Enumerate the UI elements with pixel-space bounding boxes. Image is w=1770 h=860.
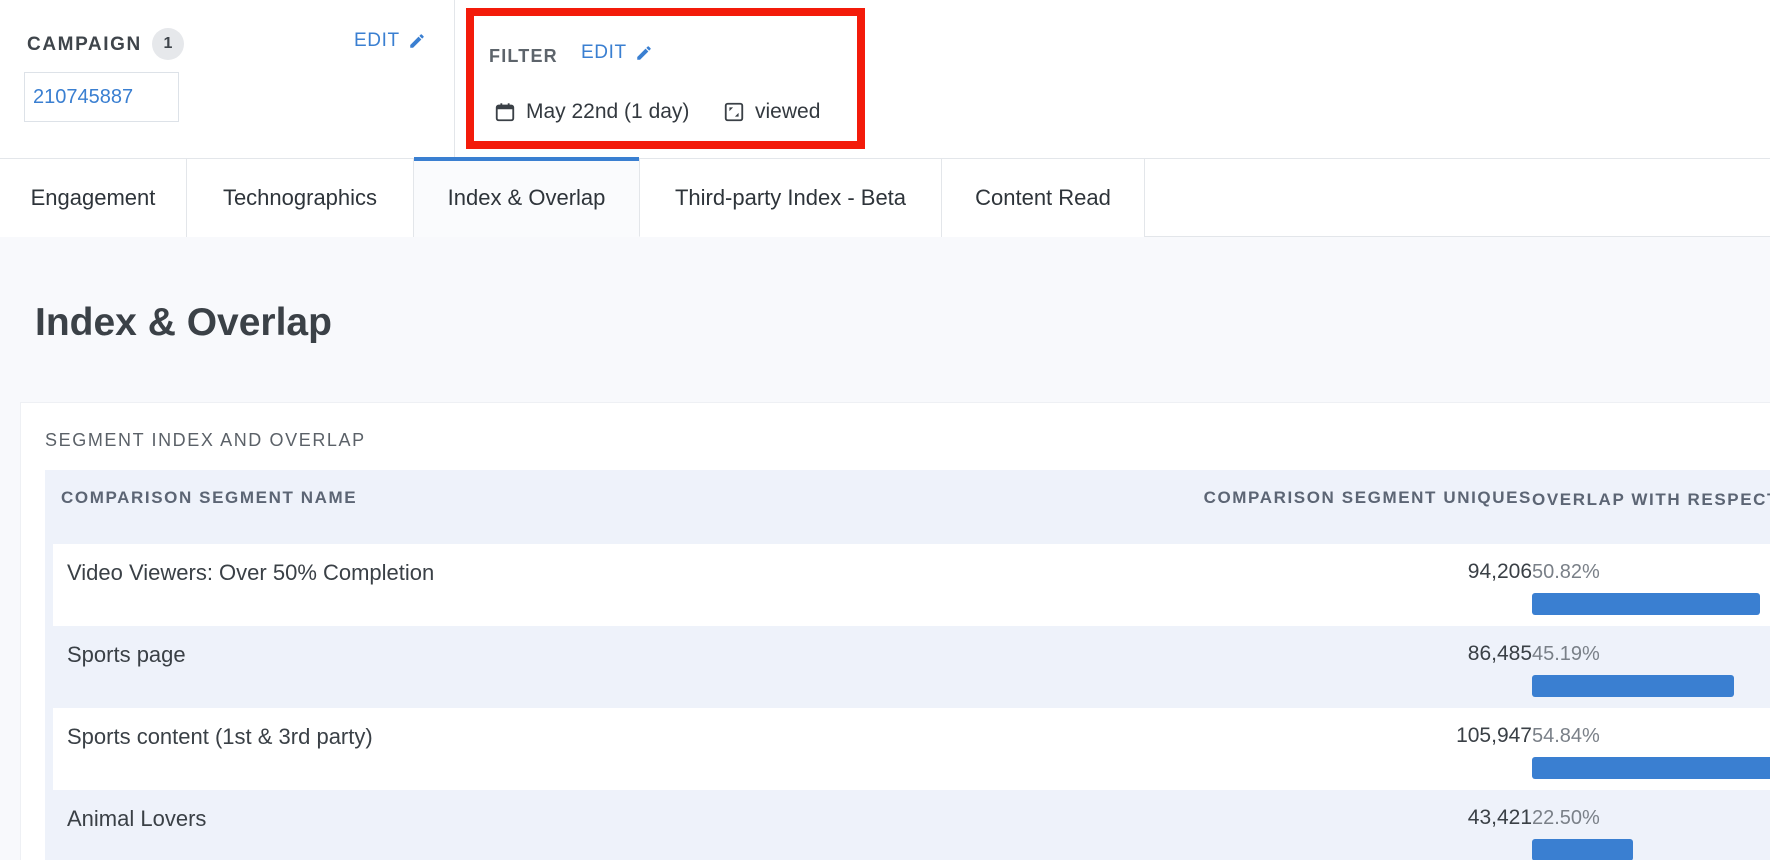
overlap-percent: 22.50% (1532, 807, 1600, 829)
segment-table: COMPARISON SEGMENT NAME COMPARISON SEGME… (45, 470, 1770, 860)
filter-edit-button[interactable]: EDIT (581, 42, 653, 64)
filter-view: viewed (723, 100, 820, 124)
overlap-bar-track (1532, 839, 1770, 860)
campaign-edit-label: EDIT (354, 30, 400, 51)
overlap-percent: 45.19% (1532, 643, 1600, 665)
table-row: Sports page 86,485 45.19% (53, 626, 1770, 708)
pencil-icon (409, 34, 424, 48)
campaign-count-badge: 1 (152, 28, 184, 60)
table-row: Sports content (1st & 3rd party) 105,947… (53, 708, 1770, 790)
viewed-icon (724, 102, 744, 122)
main-content: Index & Overlap SEGMENT INDEX AND OVERLA… (0, 237, 1770, 860)
column-header-name[interactable]: COMPARISON SEGMENT NAME (61, 488, 357, 508)
segment-card: SEGMENT INDEX AND OVERLAP COMPARISON SEG… (20, 402, 1770, 860)
tab-bar: Engagement Technographics Index & Overla… (0, 157, 1770, 237)
campaign-section: CAMPAIGN 1 EDIT 210745887 (0, 0, 455, 159)
table-body: Video Viewers: Over 50% Completion 94,20… (45, 544, 1770, 860)
overlap-bar (1532, 839, 1633, 860)
tab-content-read[interactable]: Content Read (942, 159, 1145, 237)
overlap-bar (1532, 757, 1770, 779)
filter-date-text: May 22nd (1 day) (526, 100, 690, 123)
filter-view-text: viewed (755, 100, 821, 123)
tab-third-party-index[interactable]: Third-party Index - Beta (640, 159, 942, 237)
filter-edit-label: EDIT (581, 42, 627, 63)
segment-uniques: 105,947 (1456, 724, 1532, 747)
tab-index-overlap[interactable]: Index & Overlap (414, 157, 640, 237)
overlap-bar (1532, 593, 1760, 615)
campaign-edit-button[interactable]: EDIT (354, 30, 426, 52)
campaign-id-link[interactable]: 210745887 (24, 72, 179, 122)
filter-label: FILTER (489, 46, 558, 66)
segment-uniques: 86,485 (1467, 642, 1532, 665)
segment-uniques: 43,421 (1467, 806, 1532, 829)
card-title: SEGMENT INDEX AND OVERLAP (45, 430, 366, 450)
overlap-bar-track (1532, 675, 1770, 697)
top-header: CAMPAIGN 1 EDIT 210745887 FILTER EDIT Ma… (0, 0, 1770, 159)
segment-name: Video Viewers: Over 50% Completion (67, 560, 435, 585)
calendar-icon (495, 103, 515, 122)
table-row: Video Viewers: Over 50% Completion 94,20… (53, 544, 1770, 626)
filter-date: May 22nd (1 day) (494, 100, 689, 124)
overlap-bar-track (1532, 757, 1770, 779)
tab-engagement[interactable]: Engagement (0, 159, 187, 237)
tab-technographics[interactable]: Technographics (187, 159, 414, 237)
segment-name: Animal Lovers (67, 806, 207, 831)
overlap-bar (1532, 675, 1735, 697)
pencil-icon (636, 46, 651, 60)
table-row: Animal Lovers 43,421 22.50% (53, 790, 1770, 860)
column-header-uniques[interactable]: COMPARISON SEGMENT UNIQUES (1204, 488, 1532, 508)
table-header: COMPARISON SEGMENT NAME COMPARISON SEGME… (45, 470, 1770, 544)
segment-name: Sports content (1st & 3rd party) (67, 724, 373, 749)
overlap-bar-track (1532, 593, 1770, 615)
segment-name: Sports page (67, 642, 186, 667)
filter-section: FILTER EDIT May 22nd (1 day) viewed (466, 8, 865, 149)
segment-uniques: 94,206 (1467, 560, 1532, 583)
column-header-overlap[interactable]: OVERLAP WITH RESPECT TO UNIQUES (1532, 488, 1770, 511)
overlap-percent: 54.84% (1532, 725, 1600, 747)
campaign-label: CAMPAIGN (27, 34, 142, 55)
page-title: Index & Overlap (35, 301, 332, 344)
overlap-percent: 50.82% (1532, 561, 1600, 583)
